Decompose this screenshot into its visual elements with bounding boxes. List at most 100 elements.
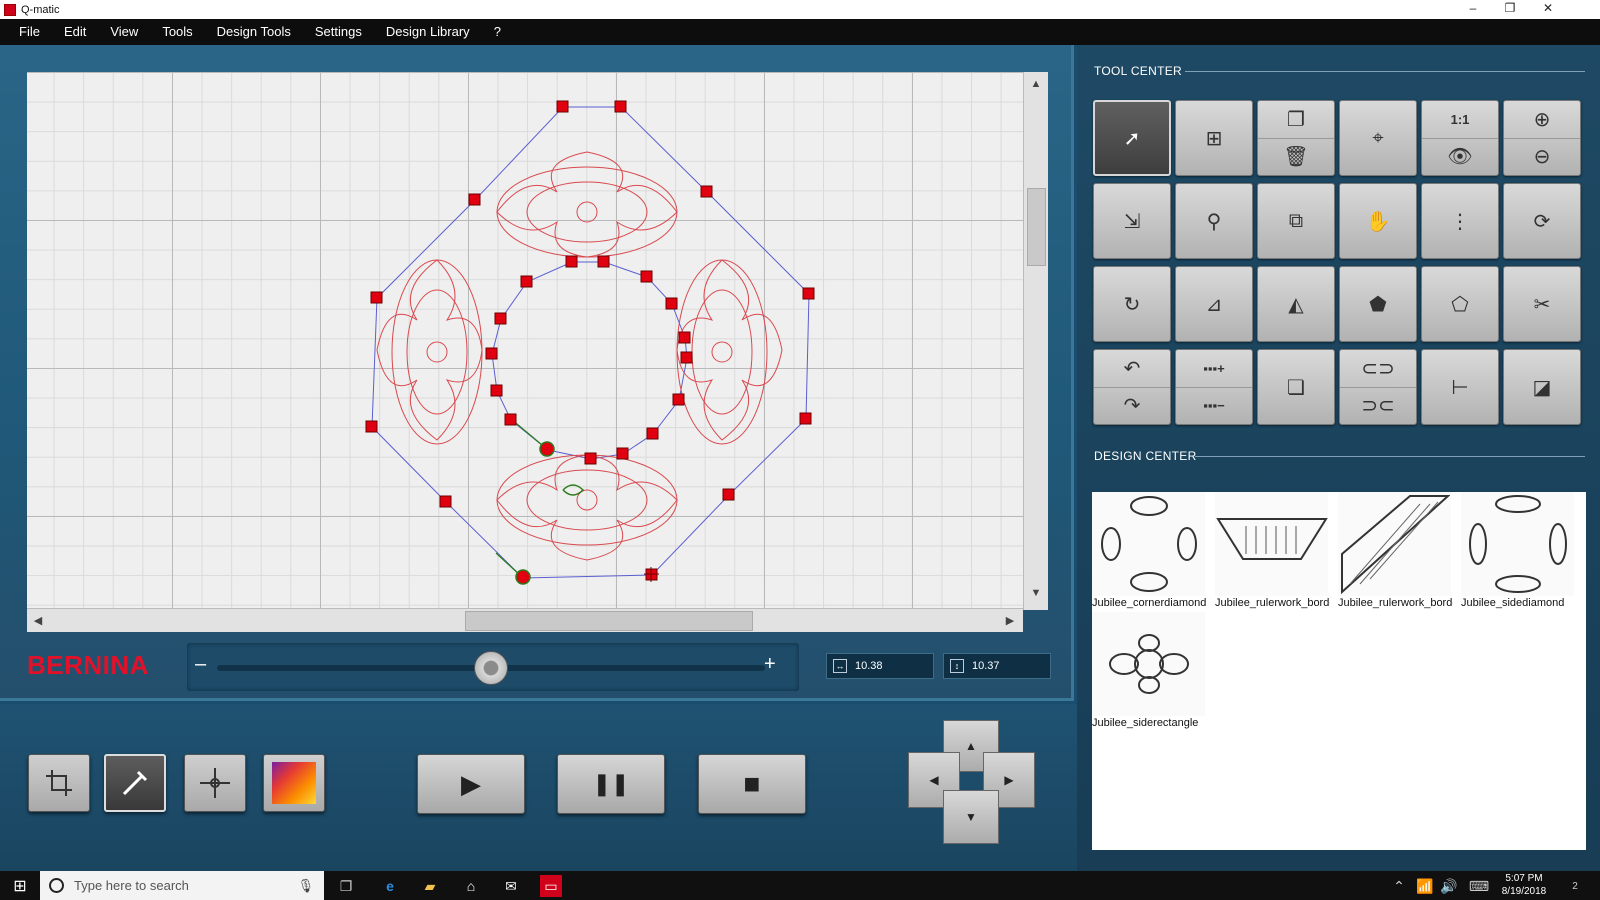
mail-icon[interactable]: ✉ [500,875,522,897]
width-field[interactable]: ↔ 10.38 [826,653,934,679]
edge-icon[interactable]: e [379,875,401,897]
actual-size-preview-tool[interactable]: 1:1 👁 [1421,100,1499,176]
scroll-right-arrow[interactable]: ▶ [999,610,1021,632]
volume-icon[interactable]: 🔊 [1438,875,1460,897]
zoom-tool[interactable]: ⊕ ⊖ [1503,100,1581,176]
edit-path-button[interactable] [104,754,166,812]
up-arrow-icon: ▲ [965,739,977,753]
scroll-down-arrow[interactable]: ▼ [1025,582,1047,604]
align-tool[interactable]: ⊢ [1421,349,1499,425]
menu-file[interactable]: File [0,19,52,45]
menu-design-tools[interactable]: Design Tools [205,19,303,45]
zoom-knob[interactable] [474,651,508,685]
scroll-up-arrow[interactable]: ▲ [1025,73,1047,95]
horizontal-scrollbar[interactable]: ◀ ▶ [27,608,1023,632]
design-thumbnail[interactable]: Jubilee_sidediamond [1461,492,1574,612]
color-button[interactable] [263,754,325,812]
taskbar-clock[interactable]: 5:07 PM 8/19/2018 [1496,872,1552,898]
add-design-tool[interactable]: ⊞ [1175,100,1253,176]
resize-tool[interactable]: ⇲ [1093,183,1171,259]
undo-icon: ↶ [1123,357,1141,380]
menu-settings[interactable]: Settings [303,19,374,45]
store-icon[interactable]: ⌂ [460,875,482,897]
node-add-remove-tool[interactable]: ▪▪▪+ ▪▪▪− [1175,349,1253,425]
link-tool[interactable]: ⊂⊃ ⊃⊂ [1339,349,1417,425]
move-button[interactable] [184,754,246,812]
locate-tool[interactable]: ⌖ [1339,100,1417,176]
design-canvas[interactable] [27,72,1023,608]
design-label: Jubilee_sidediamond [1461,597,1565,609]
tray-chevron-icon[interactable]: ⌃ [1388,875,1410,897]
pin-tool[interactable]: ⚲ [1175,183,1253,259]
horizontal-scroll-thumb[interactable] [465,611,753,631]
undo-redo-tool[interactable]: ↶ ↷ [1093,349,1171,425]
windows-start-icon[interactable]: ⊞ [9,875,31,897]
search-placeholder: Type here to search [74,878,189,893]
microphone-icon[interactable]: 🎙 [297,878,314,894]
layer-tool[interactable]: ❏ [1257,349,1335,425]
menu-view[interactable]: View [98,19,150,45]
design-thumbnail[interactable]: Jubilee_rulerwork_borde [1338,492,1453,612]
rotate-copy-tool[interactable]: ⟳ [1503,183,1581,259]
zoom-in-icon: ⊕ [1533,108,1551,131]
menu-edit[interactable]: Edit [52,19,98,45]
design-center-library[interactable]: Jubilee_cornerdiamond Jubilee_rulerwork_… [1092,492,1586,850]
network-icon[interactable]: 📶 [1414,875,1436,897]
distort-tool[interactable]: ⬠ [1421,266,1499,342]
stop-button[interactable]: ■ [698,754,806,814]
crop-tool[interactable]: ⧉ [1257,183,1335,259]
menu-help[interactable]: ? [482,19,513,45]
skew-tool[interactable]: ⊿ [1175,266,1253,342]
close-button[interactable]: ✕ [1530,0,1566,19]
design-thumbnail[interactable]: Jubilee_rulerwork_borde [1215,492,1330,612]
task-view-icon[interactable]: ❐ [335,875,357,897]
qmatic-taskbar-icon[interactable]: ▭ [540,875,562,897]
zoom-in-icon: ⊖ [1533,146,1551,169]
node-add-icon: ▪▪▪+ [1203,360,1225,376]
stop-icon: ■ [743,768,761,799]
cut-tool[interactable]: ✂ [1503,266,1581,342]
menu-design-library[interactable]: Design Library [374,19,482,45]
hand-icon: ✋ [1365,210,1391,233]
design-center-title: DESIGN CENTER [1094,449,1197,463]
pan-tool[interactable]: ✋ [1339,183,1417,259]
minimize-button[interactable]: – [1455,0,1491,19]
design-thumbnail[interactable]: Jubilee_siderectangle [1092,612,1205,732]
color-icon [272,762,316,804]
window-title: Q-matic [21,3,60,16]
pause-button[interactable]: ❚❚ [557,754,665,814]
move-down-button[interactable]: ▼ [943,790,999,844]
taskbar-search[interactable]: Type here to search 🎙 [40,871,324,900]
pointer-icon: ➚ [1123,127,1141,150]
select-tool[interactable]: ➚ [1093,100,1171,176]
left-arrow-icon: ◀ [929,773,939,787]
play-button[interactable]: ▶ [417,754,525,814]
duplicate-delete-tool[interactable]: ❐ 🗑 [1257,100,1335,176]
sequence-tool[interactable]: ⋮ [1421,183,1499,259]
link-icon: ⊃⊂ [1361,395,1395,418]
vertical-scrollbar[interactable]: ▲ ▼ [1023,72,1048,610]
zoom-in-button[interactable]: + [764,653,776,676]
design-thumbnail[interactable]: Jubilee_cornerdiamond [1092,492,1207,612]
taskbar: ⊞ Type here to search 🎙 ❐ e ▰ ⌂ ✉ ▭ ⌃ 📶 … [0,871,1600,900]
height-field[interactable]: ↕ 10.37 [943,653,1051,679]
menu-tools[interactable]: Tools [150,19,204,45]
vertical-scroll-thumb[interactable] [1027,188,1046,266]
design-label: Jubilee_cornerdiamond [1092,597,1207,609]
mirror-tool[interactable]: ◭ [1257,266,1335,342]
keyboard-icon[interactable]: ⌨ [1468,875,1490,897]
scroll-left-arrow[interactable]: ◀ [27,610,49,632]
zoom-out-button[interactable]: – [195,653,206,676]
notification-icon[interactable]: 2 [1564,875,1586,897]
pentagon-icon: ⬟ [1369,293,1387,316]
crop-mode-button[interactable] [28,754,90,812]
zoom-slider[interactable]: – + [187,643,799,691]
rotate-tool[interactable]: ↻ [1093,266,1171,342]
down-arrow-icon: ▼ [965,810,977,824]
maximize-button[interactable]: ❐ [1492,0,1528,19]
shape-tool[interactable]: ⬟ [1339,266,1417,342]
fit-tool[interactable]: ◪ [1503,349,1581,425]
file-explorer-icon[interactable]: ▰ [419,875,441,897]
link-icon: ⊂⊃ [1361,357,1395,380]
cursor-marker [644,567,659,582]
